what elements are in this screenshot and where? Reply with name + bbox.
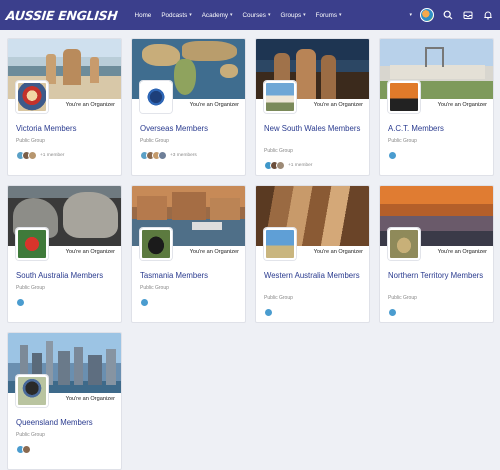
nav-academy-label: Academy (201, 11, 228, 19)
nav-academy[interactable]: Academy ▾ (197, 12, 238, 19)
nav-podcasts[interactable]: Podcasts ▾ (156, 12, 196, 19)
group-members (388, 151, 397, 160)
group-avatar (264, 81, 296, 113)
chevron-down-icon: ▾ (303, 12, 306, 18)
group-type: Public Group (140, 285, 169, 291)
nav-forums[interactable]: Forums ▾ (311, 12, 347, 19)
organizer-badge: You're an Organizer (65, 249, 115, 255)
group-title[interactable]: Western Australia Members (264, 271, 364, 281)
group-type: Public Group (16, 432, 45, 438)
top-navigation-bar: AUSSIE ENGLISH Home Podcasts ▾ Academy ▾ C… (0, 0, 500, 30)
group-avatar (16, 81, 48, 113)
group-members (16, 298, 25, 307)
group-card-south-australia[interactable]: You're an Organizer South Australia Memb… (7, 185, 122, 323)
chevron-down-icon: ▾ (338, 12, 342, 18)
nav-courses[interactable]: Courses ▾ (238, 12, 276, 19)
organizer-badge: You're an Organizer (437, 102, 487, 108)
organizer-badge: You're an Organizer (313, 102, 363, 108)
group-avatar (140, 81, 172, 113)
group-type: Public Group (388, 295, 417, 301)
main-nav: Home Podcasts ▾ Academy ▾ Courses ▾ Groups ▾… (130, 12, 347, 19)
chevron-down-icon: ▾ (189, 12, 192, 18)
group-title[interactable]: Overseas Members (140, 124, 240, 134)
user-menu-chevron-icon[interactable]: ▾ (409, 12, 412, 18)
group-members: +3 members (140, 151, 197, 160)
group-title[interactable]: South Australia Members (16, 271, 116, 281)
organizer-badge: You're an Organizer (65, 396, 115, 402)
group-card-northern-territory[interactable]: You're an Organizer Northern Territory M… (379, 185, 494, 323)
member-avatar[interactable] (158, 151, 167, 160)
organizer-badge: You're an Organizer (189, 249, 239, 255)
group-members: +1 member (264, 161, 312, 170)
group-type: Public Group (16, 285, 45, 291)
organizer-badge: You're an Organizer (313, 249, 363, 255)
group-title[interactable]: Tasmania Members (140, 271, 240, 281)
group-card-tasmania[interactable]: You're an Organizer Tasmania Members Pub… (131, 185, 246, 323)
group-card-victoria[interactable]: You're an Organizer Victoria Members Pub… (7, 38, 122, 176)
member-avatar[interactable] (16, 298, 25, 307)
group-members (140, 298, 149, 307)
group-type: Public Group (388, 138, 417, 144)
member-avatar[interactable] (140, 298, 149, 307)
header-tools: ▾ (409, 0, 494, 30)
group-avatar (388, 81, 420, 113)
group-title[interactable]: New South Wales Members (264, 124, 364, 134)
group-members (16, 445, 31, 454)
bell-icon[interactable] (482, 9, 494, 21)
group-avatar (16, 375, 48, 407)
group-type: Public Group (140, 138, 169, 144)
group-card-nsw[interactable]: You're an Organizer New South Wales Memb… (255, 38, 370, 176)
nav-home-label: Home (134, 11, 152, 19)
chevron-down-icon: ▾ (229, 12, 233, 18)
organizer-badge: You're an Organizer (437, 249, 487, 255)
group-card-queensland[interactable]: You're an Organizer Queensland Members P… (7, 332, 122, 470)
group-type: Public Group (264, 295, 293, 301)
group-card-act[interactable]: You're an Organizer A.C.T. Members Publi… (379, 38, 494, 176)
member-count: +1 member (288, 163, 313, 168)
group-members (264, 308, 273, 317)
nav-home[interactable]: Home (130, 12, 157, 19)
nav-groups[interactable]: Groups ▾ (275, 12, 310, 19)
group-avatar (264, 228, 296, 260)
chevron-down-icon: ▾ (267, 12, 271, 18)
nav-groups-label: Groups (280, 11, 302, 19)
member-avatar[interactable] (388, 308, 397, 317)
group-members: +1 member (16, 151, 64, 160)
nav-podcasts-label: Podcasts (161, 11, 188, 19)
member-avatar[interactable] (22, 445, 31, 454)
group-card-western-australia[interactable]: You're an Organizer Western Australia Me… (255, 185, 370, 323)
nav-courses-label: Courses (242, 11, 266, 19)
group-card-overseas[interactable]: You're an Organizer Overseas Members Pub… (131, 38, 246, 176)
group-title[interactable]: Northern Territory Members (388, 271, 488, 281)
group-title[interactable]: Queensland Members (16, 418, 116, 428)
member-avatar[interactable] (264, 308, 273, 317)
user-avatar[interactable] (420, 8, 434, 22)
member-avatar[interactable] (276, 161, 285, 170)
member-count: +3 members (170, 153, 197, 158)
group-type: Public Group (264, 148, 293, 154)
group-avatar (140, 228, 172, 260)
group-members (388, 308, 397, 317)
group-type: Public Group (16, 138, 45, 144)
member-count: +1 member (40, 153, 65, 158)
site-logo[interactable]: AUSSIE ENGLISH (5, 8, 118, 23)
organizer-badge: You're an Organizer (189, 102, 239, 108)
group-avatar (16, 228, 48, 260)
member-avatar[interactable] (388, 151, 397, 160)
nav-forums-label: Forums (315, 11, 337, 19)
search-icon[interactable] (442, 9, 454, 21)
group-title[interactable]: Victoria Members (16, 124, 116, 134)
inbox-icon[interactable] (462, 9, 474, 21)
member-avatar[interactable] (28, 151, 37, 160)
group-title[interactable]: A.C.T. Members (388, 124, 488, 134)
organizer-badge: You're an Organizer (65, 102, 115, 108)
group-avatar (388, 228, 420, 260)
